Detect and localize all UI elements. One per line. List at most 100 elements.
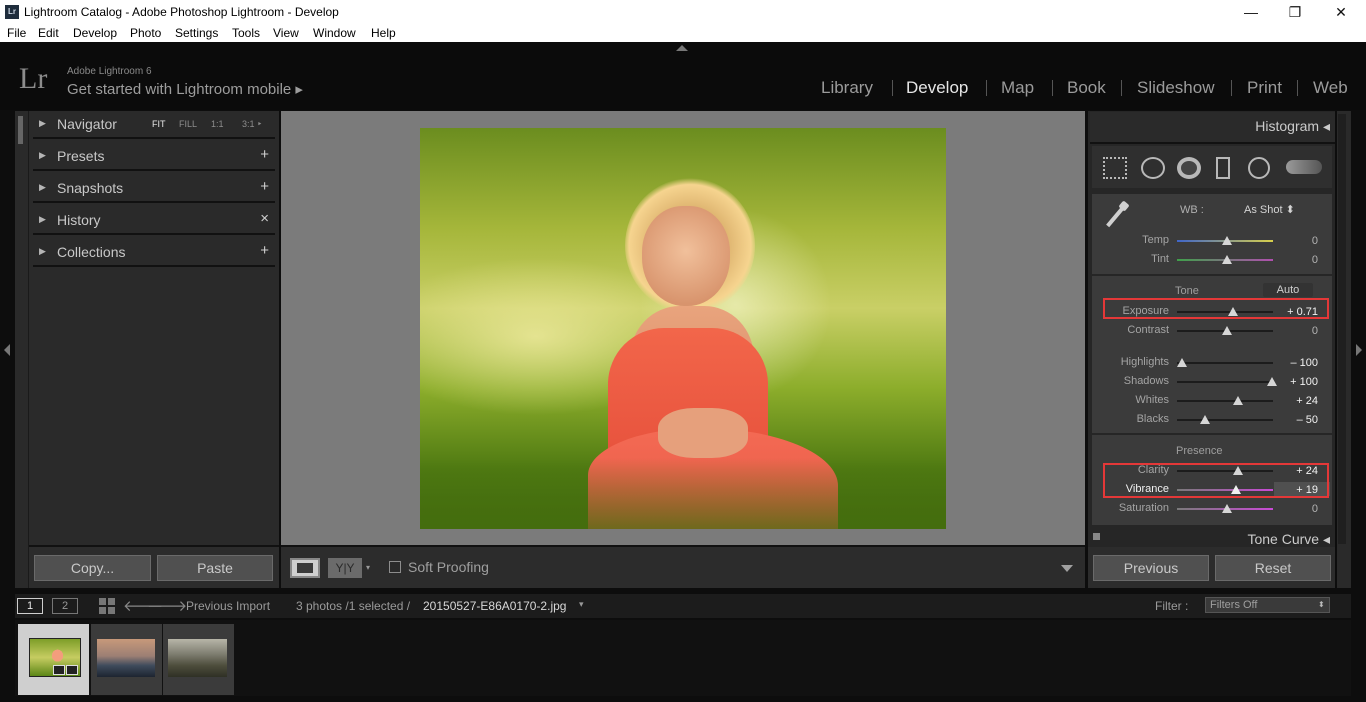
navigator-1to1[interactable]: 1:1	[211, 119, 224, 129]
tint-value[interactable]: 0	[1270, 254, 1318, 266]
right-panel-scrollbar[interactable]	[1338, 114, 1346, 544]
filter-dropdown-icon[interactable]: ⬍	[1318, 600, 1325, 609]
temp-thumb[interactable]	[1222, 236, 1232, 245]
saturation-thumb[interactable]	[1222, 504, 1232, 513]
maximize-icon[interactable]: ❐	[1272, 2, 1318, 22]
module-separator	[892, 80, 893, 96]
lightroom-mobile-link[interactable]: Get started with Lightroom mobile ▸	[67, 80, 303, 98]
module-develop[interactable]: Develop	[906, 78, 968, 98]
left-panel-scrollbar[interactable]	[18, 116, 23, 144]
module-slideshow[interactable]: Slideshow	[1137, 78, 1215, 98]
expand-icon: ▶	[39, 118, 46, 128]
add-preset-icon[interactable]: +	[260, 146, 269, 163]
contrast-thumb[interactable]	[1222, 326, 1232, 335]
clear-history-icon[interactable]: ×	[260, 210, 269, 227]
reset-button[interactable]: Reset	[1215, 555, 1331, 581]
module-library[interactable]: Library	[821, 78, 873, 98]
before-after-icon[interactable]: Y|Y	[328, 558, 362, 578]
thumbnail-cell-3[interactable]	[163, 624, 234, 695]
module-web[interactable]: Web	[1313, 78, 1348, 98]
second-window-button[interactable]: 2	[52, 598, 78, 614]
highlights-value[interactable]: – 100	[1270, 357, 1318, 369]
menu-window[interactable]: Window	[313, 26, 356, 40]
filter-select[interactable]: Filters Off	[1205, 597, 1330, 613]
red-eye-icon[interactable]	[1177, 157, 1201, 179]
module-separator	[1121, 80, 1122, 96]
collections-header[interactable]: ▶ Collections +	[33, 239, 275, 267]
toolbar-menu-icon[interactable]	[1061, 565, 1073, 572]
spot-removal-icon[interactable]	[1141, 157, 1165, 179]
temp-value[interactable]: 0	[1270, 235, 1318, 247]
navigator-fill[interactable]: FILL	[179, 119, 197, 129]
collapse-right-icon[interactable]	[1356, 344, 1362, 356]
add-collection-icon[interactable]: +	[260, 242, 269, 259]
previous-button[interactable]: Previous	[1093, 555, 1209, 581]
loupe-view-icon[interactable]	[290, 558, 320, 578]
window-title: Lightroom Catalog - Adobe Photoshop Ligh…	[24, 5, 339, 19]
tint-thumb[interactable]	[1222, 255, 1232, 264]
collapse-top-icon[interactable]	[676, 45, 688, 51]
menu-file[interactable]: File	[7, 26, 26, 40]
menu-tools[interactable]: Tools	[232, 26, 260, 40]
exposure-highlight-box	[1103, 298, 1329, 319]
menu-edit[interactable]: Edit	[38, 26, 59, 40]
navigator-fit[interactable]: FIT	[152, 119, 166, 129]
module-separator	[986, 80, 987, 96]
thumbnail-cell-2[interactable]	[91, 624, 162, 695]
view-dropdown-icon[interactable]: ▾	[366, 563, 370, 572]
presets-label: Presets	[57, 148, 105, 164]
menu-view[interactable]: View	[273, 26, 299, 40]
wb-select[interactable]: As Shot ⬍	[1244, 203, 1295, 216]
minimize-icon[interactable]: —	[1228, 2, 1274, 22]
radial-filter-icon[interactable]	[1248, 157, 1270, 179]
thumbnail-2	[97, 639, 155, 677]
contrast-value[interactable]: 0	[1270, 325, 1318, 337]
graduated-filter-icon[interactable]	[1216, 157, 1230, 179]
copy-button[interactable]: Copy...	[34, 555, 151, 581]
close-icon[interactable]: ✕	[1318, 2, 1364, 22]
toolbar	[281, 547, 1085, 588]
crop-badge-icon	[53, 665, 65, 675]
history-header[interactable]: ▶ History ×	[33, 207, 275, 235]
main-window-button[interactable]: 1	[17, 598, 43, 614]
auto-tone-button[interactable]: Auto	[1263, 283, 1313, 297]
module-print[interactable]: Print	[1247, 78, 1282, 98]
soft-proofing-checkbox[interactable]	[389, 561, 401, 573]
blacks-value[interactable]: – 50	[1270, 414, 1318, 426]
forward-arrow-icon[interactable]: 🡒	[147, 596, 187, 615]
add-snapshot-icon[interactable]: +	[260, 178, 269, 195]
collapse-left-icon[interactable]	[4, 344, 10, 356]
module-book[interactable]: Book	[1067, 78, 1106, 98]
blacks-slider[interactable]	[1177, 419, 1273, 421]
menu-photo[interactable]: Photo	[130, 26, 161, 40]
highlights-thumb[interactable]	[1177, 358, 1187, 367]
menu-help[interactable]: Help	[371, 26, 396, 40]
presets-header[interactable]: ▶ Presets +	[33, 143, 275, 171]
highlights-slider[interactable]	[1177, 362, 1273, 364]
expand-icon: ▶	[39, 246, 46, 256]
filename-label[interactable]: 20150527-E86A0170-2.jpg	[423, 599, 566, 613]
filename-dropdown-icon[interactable]: ▾	[579, 599, 584, 610]
source-label[interactable]: Previous Import	[186, 599, 270, 613]
shadows-slider[interactable]	[1177, 381, 1273, 383]
whites-thumb[interactable]	[1232, 396, 1243, 405]
module-map[interactable]: Map	[1001, 78, 1034, 98]
grid-view-icon[interactable]	[99, 598, 115, 614]
blacks-thumb[interactable]	[1199, 415, 1210, 424]
whites-value[interactable]: + 24	[1270, 395, 1318, 407]
menu-settings[interactable]: Settings	[175, 26, 218, 40]
adjustment-brush-icon[interactable]	[1286, 160, 1322, 174]
eyedropper-icon[interactable]	[1099, 200, 1135, 232]
whites-slider[interactable]	[1177, 400, 1273, 402]
menu-develop[interactable]: Develop	[73, 26, 117, 40]
clarity-vibrance-highlight-box	[1103, 463, 1329, 498]
saturation-value[interactable]: 0	[1270, 503, 1318, 515]
thumbnail-cell-1[interactable]	[18, 624, 89, 695]
snapshots-header[interactable]: ▶ Snapshots +	[33, 175, 275, 203]
shadows-value[interactable]: + 100	[1270, 376, 1318, 388]
paste-button[interactable]: Paste	[157, 555, 273, 581]
photo-preview[interactable]	[420, 128, 946, 529]
navigator-header[interactable]: ▶ Navigator FIT FILL 1:1 3:1 ‣	[33, 111, 275, 139]
crop-icon[interactable]	[1103, 157, 1127, 179]
navigator-zoom[interactable]: 3:1 ‣	[242, 119, 262, 130]
